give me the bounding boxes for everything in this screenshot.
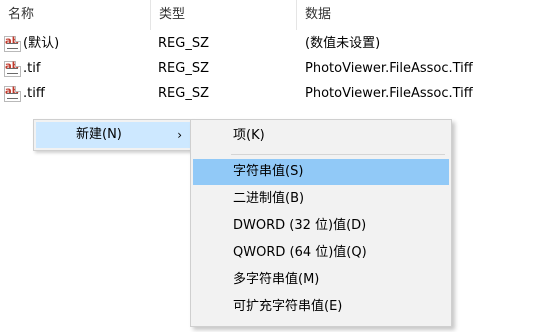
column-header-name[interactable]: 名称 (0, 0, 150, 30)
value-type: REG_SZ (158, 36, 209, 51)
chevron-right-icon: › (177, 128, 182, 142)
submenu-item-expandable-string-value[interactable]: 可扩充字符串值(E) (193, 294, 449, 320)
submenu-item-label: 多字符串值(M) (233, 272, 320, 287)
new-submenu: 项(K) 字符串值(S) 二进制值(B) DWORD (32 位)值(D) QW… (190, 119, 452, 327)
menu-item-new-label: 新建(N) (76, 127, 122, 142)
string-value-icon: ab (4, 61, 21, 77)
registry-value-row[interactable]: ab (默认) REG_SZ (数值未设置) (0, 32, 540, 56)
submenu-item-label: 字符串值(S) (233, 164, 304, 179)
value-name: (默认) (23, 36, 60, 51)
value-type: REG_SZ (158, 86, 209, 101)
submenu-item-multi-string-value[interactable]: 多字符串值(M) (193, 267, 449, 293)
registry-value-row[interactable]: ab .tif REG_SZ PhotoViewer.FileAssoc.Tif… (0, 57, 540, 81)
value-name-cell: ab .tiff (4, 82, 45, 106)
registry-value-row[interactable]: ab .tiff REG_SZ PhotoViewer.FileAssoc.Ti… (0, 82, 540, 106)
submenu-item-key[interactable]: 项(K) (193, 123, 449, 149)
value-type: REG_SZ (158, 61, 209, 76)
value-data: PhotoViewer.FileAssoc.Tiff (305, 61, 473, 76)
submenu-item-label: 项(K) (233, 128, 265, 143)
submenu-item-label: 二进制值(B) (233, 191, 305, 206)
menu-separator (231, 154, 445, 155)
value-name-cell: ab .tif (4, 57, 40, 81)
context-menu: 新建(N) › (33, 119, 193, 151)
value-data: (数值未设置) (305, 36, 381, 51)
submenu-item-label: 可扩充字符串值(E) (233, 299, 343, 314)
submenu-item-label: DWORD (32 位)值(D) (233, 218, 367, 233)
string-value-icon: ab (4, 86, 21, 102)
submenu-item-dword-value[interactable]: DWORD (32 位)值(D) (193, 213, 449, 239)
string-value-icon: ab (4, 36, 21, 52)
submenu-item-string-value[interactable]: 字符串值(S) (193, 159, 449, 185)
value-data: PhotoViewer.FileAssoc.Tiff (305, 86, 473, 101)
column-header: 名称 类型 数据 (0, 0, 540, 30)
submenu-item-label: QWORD (64 位)值(Q) (233, 245, 367, 260)
column-header-type[interactable]: 类型 (150, 0, 296, 30)
value-name: .tif (23, 61, 41, 76)
submenu-item-qword-value[interactable]: QWORD (64 位)值(Q) (193, 240, 449, 266)
menu-item-new[interactable]: 新建(N) › (36, 122, 190, 148)
column-header-data[interactable]: 数据 (296, 0, 540, 30)
value-name-cell: ab (默认) (4, 32, 59, 56)
value-name: .tiff (23, 86, 45, 101)
submenu-item-binary-value[interactable]: 二进制值(B) (193, 186, 449, 212)
